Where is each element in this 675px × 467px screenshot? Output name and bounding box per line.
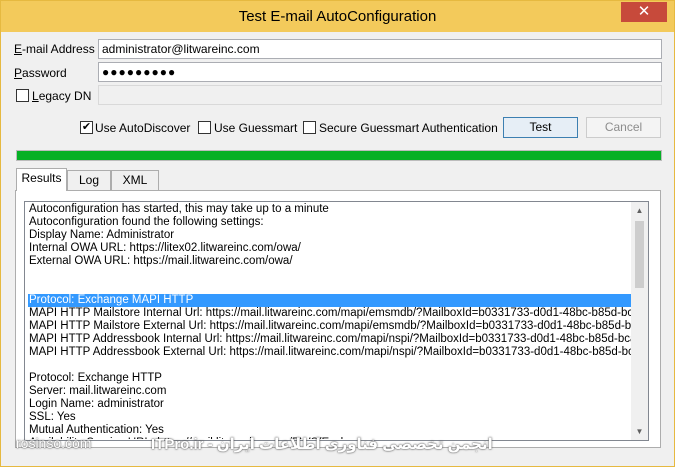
title-bar[interactable]: Test E-mail AutoConfiguration ✕ xyxy=(1,1,674,32)
legacy-dn-field[interactable] xyxy=(98,85,662,105)
result-line: Autoconfiguration has started, this may … xyxy=(29,203,329,215)
scroll-down-icon[interactable]: ▼ xyxy=(631,423,648,440)
checkmark-icon: ✔ xyxy=(81,121,92,133)
autoconfig-dialog: Test E-mail AutoConfiguration ✕ E-mail A… xyxy=(0,0,675,467)
legacy-dn-label-rest: egacy DN xyxy=(38,89,92,103)
results-scrollbar[interactable]: ▲ ▼ xyxy=(631,202,648,440)
secure-guessmart-checkbox[interactable] xyxy=(303,121,316,134)
email-field[interactable]: administrator@litwareinc.com xyxy=(98,39,662,59)
result-line xyxy=(28,359,635,372)
use-autodiscover-checkbox[interactable]: ✔ xyxy=(80,121,93,134)
legacy-dn-label: Legacy DN xyxy=(32,89,91,103)
results-panel: Autoconfiguration has started, this may … xyxy=(15,190,661,448)
scroll-up-icon[interactable]: ▲ xyxy=(631,202,648,219)
email-label-rest: -mail Address xyxy=(22,42,95,56)
result-line: External OWA URL: https://mail.litwarein… xyxy=(29,255,293,267)
use-autodiscover-label: Use AutoDiscover xyxy=(95,121,191,135)
secure-guessmart-label: Secure Guessmart Authentication xyxy=(319,121,498,135)
email-label: E-mail Address xyxy=(14,42,95,56)
result-line: Protocol: Exchange HTTP xyxy=(29,372,162,384)
password-label-rest: assword xyxy=(22,66,67,80)
result-line: MAPI HTTP Mailstore External Url: https:… xyxy=(29,320,635,332)
tab-log[interactable]: Log xyxy=(67,170,111,190)
result-line: Internal OWA URL: https://litex02.litwar… xyxy=(29,242,301,254)
progress-fill xyxy=(17,151,661,160)
legacy-dn-checkbox[interactable] xyxy=(16,89,29,102)
password-label-mnemonic: P xyxy=(14,66,23,80)
use-guessmart-checkbox[interactable] xyxy=(198,121,211,134)
cancel-button[interactable]: Cancel xyxy=(586,117,661,138)
use-guessmart-label: Use Guessmart xyxy=(214,121,298,135)
result-line: MAPI HTTP Addressbook Internal Url: http… xyxy=(29,333,635,345)
email-label-mnemonic: E xyxy=(14,42,23,56)
password-field[interactable]: ●●●●●●●●● xyxy=(98,62,662,82)
tab-xml[interactable]: XML xyxy=(111,170,159,190)
close-icon: ✕ xyxy=(637,3,651,20)
result-line xyxy=(28,268,635,281)
result-line: Autoconfiguration found the following se… xyxy=(29,216,264,228)
result-line: Protocol: Exchange MAPI HTTP xyxy=(28,294,635,307)
progress-bar xyxy=(16,150,662,161)
watermark-left: rosinso.com xyxy=(16,435,92,451)
result-line: MAPI HTTP Mailstore Internal Url: https:… xyxy=(29,307,635,319)
results-lines: Autoconfiguration has started, this may … xyxy=(28,203,635,439)
results-textbox[interactable]: Autoconfiguration has started, this may … xyxy=(24,201,649,441)
dialog-body: E-mail Address administrator@litwareinc.… xyxy=(8,32,667,460)
result-line xyxy=(28,281,635,294)
close-button[interactable]: ✕ xyxy=(621,2,667,22)
result-line: Display Name: Administrator xyxy=(29,229,175,241)
result-line: SSL: Yes xyxy=(29,411,76,423)
result-line: Server: mail.litwareinc.com xyxy=(29,385,167,397)
password-label: Password xyxy=(14,66,67,80)
scroll-thumb[interactable] xyxy=(635,221,644,288)
result-line: Login Name: administrator xyxy=(29,398,164,410)
window-title: Test E-mail AutoConfiguration xyxy=(238,8,437,25)
result-line: MAPI HTTP Addressbook External Url: http… xyxy=(29,346,635,358)
test-button[interactable]: Test xyxy=(503,117,578,138)
tab-results[interactable]: Results xyxy=(16,168,67,191)
watermark-right: ITPro.ir - انجمن تخصصی فناوری اطلاعات ای… xyxy=(151,436,493,453)
legacy-dn-label-mnemonic: L xyxy=(32,89,39,103)
